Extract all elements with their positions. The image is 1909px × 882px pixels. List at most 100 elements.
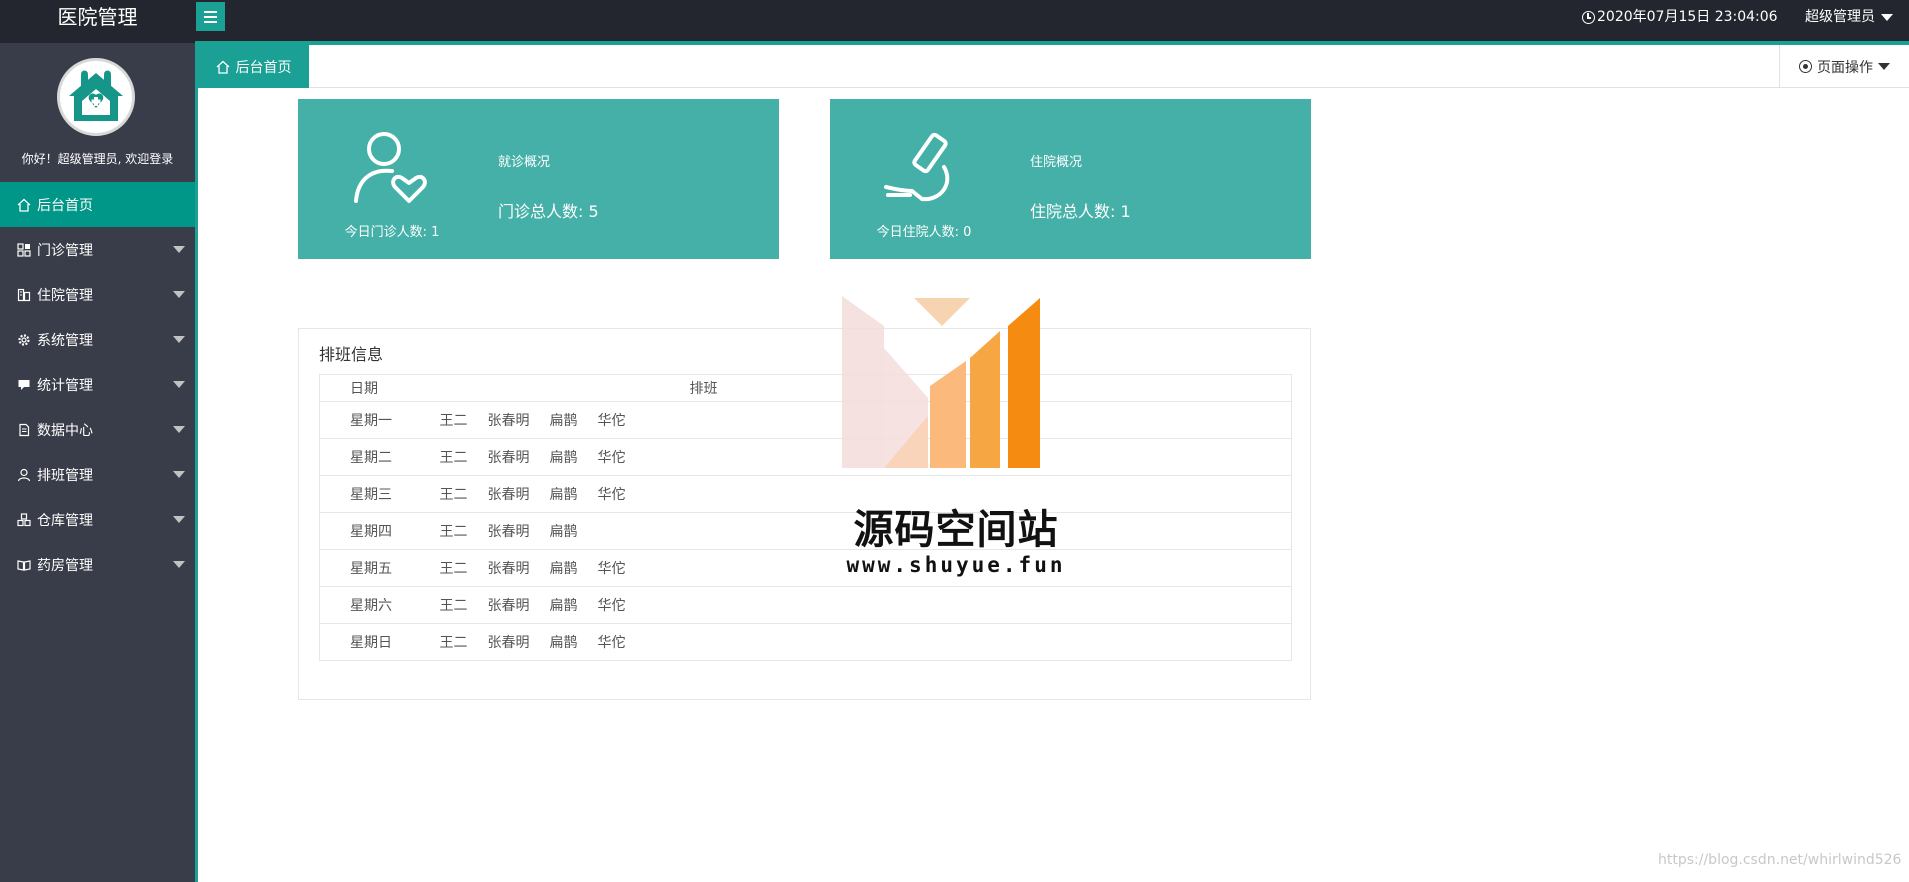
- sidebar-item-warehouse[interactable]: 仓库管理: [0, 497, 195, 542]
- app-title: 医院管理: [57, 5, 138, 29]
- tab-home-label: 后台首页: [235, 59, 292, 76]
- table-header-row: 日期 排班: [319, 375, 1292, 402]
- doctor-name: 华佗: [597, 598, 626, 614]
- sidebar-item-outpatient[interactable]: 门诊管理: [0, 227, 195, 272]
- today-outpatient-count: 今日门诊人数: 1: [344, 225, 440, 240]
- building-icon: [16, 287, 32, 303]
- sidebar-item-label: 排班管理: [37, 467, 93, 484]
- target-icon: [1799, 60, 1812, 73]
- doctor-name: 扁鹊: [549, 635, 578, 651]
- today-inpatient-count: 今日住院人数: 0: [876, 225, 972, 240]
- chevron-down-icon: [173, 381, 185, 388]
- doctor-name: 王二: [439, 635, 468, 651]
- table-row: 星期六 王二 张春明 扁鹊 华佗: [319, 587, 1292, 624]
- doctor-name: 王二: [439, 598, 468, 614]
- grid-icon: [16, 242, 32, 258]
- schedule-title: 排班信息: [319, 345, 384, 364]
- sidebar-item-label: 仓库管理: [37, 512, 93, 529]
- sidebar-item-label: 统计管理: [37, 377, 93, 394]
- tab-home[interactable]: 后台首页: [198, 45, 309, 88]
- chevron-down-icon: [173, 246, 185, 253]
- doctor-name: 扁鹊: [549, 598, 578, 614]
- tab-bar: 后台首页 页面操作: [198, 45, 1909, 88]
- sidebar-item-statistics[interactable]: 统计管理: [0, 362, 195, 407]
- doctor-name: 王二: [439, 561, 468, 577]
- microscope-icon: [884, 132, 950, 202]
- sidebar-item-label: 门诊管理: [37, 242, 93, 259]
- table-row: 星期一 王二 张春明 扁鹊 华佗: [319, 402, 1292, 439]
- sidebar-item-label: 系统管理: [37, 332, 93, 349]
- chevron-down-icon: [1878, 63, 1890, 70]
- top-bar: 医院管理 2020年07月15日 23:04:06 超级管理员: [0, 0, 1909, 43]
- doctor-name: 张春明: [487, 413, 530, 429]
- sidebar-item-system[interactable]: 系统管理: [0, 317, 195, 362]
- doctor-name: 王二: [439, 450, 468, 466]
- doctor-name: 扁鹊: [549, 487, 578, 503]
- doctor-name: 王二: [439, 413, 468, 429]
- sidebar-item-home[interactable]: 后台首页: [0, 182, 195, 227]
- menu-toggle-button[interactable]: [196, 2, 225, 31]
- doctor-name: 张春明: [487, 635, 530, 651]
- column-header-date: 日期: [350, 381, 378, 397]
- doctor-name: 扁鹊: [549, 561, 578, 577]
- watermark-title: 源码空间站: [853, 507, 1059, 553]
- doctor-name: 张春明: [487, 561, 530, 577]
- doctor-name: 华佗: [597, 487, 626, 503]
- chevron-down-icon: [173, 291, 185, 298]
- user-heart-icon: [354, 132, 427, 203]
- watermark-url: www.shuyue.fun: [846, 553, 1066, 577]
- shift-cell: 王二 张春明 扁鹊 华佗: [440, 587, 1292, 624]
- card-title: 就诊概况: [498, 155, 551, 170]
- doctor-name: 扁鹊: [549, 413, 578, 429]
- doctor-name: 王二: [439, 524, 468, 540]
- chevron-down-icon: [1881, 14, 1893, 21]
- doctor-name: 张春明: [487, 524, 530, 540]
- schedule-table: 日期 排班 星期一 王二 张春明 扁鹊 华佗 星期二 王二 张春明 扁鹊 华佗 星期三 王二…: [319, 374, 1292, 661]
- table-row: 星期三 王二 张春明 扁鹊 华佗: [319, 476, 1292, 513]
- table-row: 星期五 王二 张春明 扁鹊 华佗: [319, 550, 1292, 587]
- shift-cell: 王二 张春明 扁鹊 华佗: [440, 624, 1292, 661]
- sidebar-nav: 后台首页 门诊管理 住院管理 系统管理 统计管理 数据中心 排班管理 仓库管理 …: [0, 182, 195, 587]
- day-cell: 星期四: [350, 524, 392, 540]
- sidebar-item-label: 药房管理: [37, 557, 93, 574]
- book-icon: [16, 557, 32, 573]
- home-icon: [16, 197, 32, 213]
- gear-icon: [16, 332, 32, 348]
- day-cell: 星期五: [350, 561, 392, 577]
- hamburger-icon: [204, 10, 217, 13]
- sidebar-item-label: 后台首页: [37, 197, 93, 214]
- welcome-text: 你好！超级管理员, 欢迎登录: [21, 152, 174, 166]
- day-cell: 星期二: [350, 450, 392, 466]
- datetime: 2020年07月15日 23:04:06: [1582, 0, 1778, 35]
- sidebar-item-pharmacy[interactable]: 药房管理: [0, 542, 195, 587]
- document-icon: [16, 422, 32, 438]
- chat-icon: [16, 377, 32, 393]
- sidebar-item-scheduling[interactable]: 排班管理: [0, 452, 195, 497]
- user-icon: [16, 467, 32, 483]
- day-cell: 星期一: [350, 413, 392, 429]
- table-row: 星期二 王二 张春明 扁鹊 华佗: [319, 439, 1292, 476]
- chevron-down-icon: [173, 516, 185, 523]
- sidebar-divider: [195, 43, 198, 882]
- page-operations-label: 页面操作: [1817, 59, 1873, 76]
- source-credit: https://blog.csdn.net/whirlwind526: [1658, 852, 1902, 868]
- chevron-down-icon: [173, 561, 185, 568]
- doctor-name: 华佗: [597, 413, 626, 429]
- sidebar-item-inpatient[interactable]: 住院管理: [0, 272, 195, 317]
- user-menu[interactable]: 超级管理员: [1805, 0, 1893, 35]
- doctor-name: 华佗: [597, 561, 626, 577]
- home-icon: [216, 60, 229, 74]
- doctor-name: 张春明: [487, 598, 530, 614]
- card-title: 住院概况: [1030, 155, 1083, 170]
- total-outpatient-count: 门诊总人数: 5: [498, 202, 599, 221]
- doctor-name: 王二: [439, 487, 468, 503]
- outpatient-summary-card: 今日门诊人数: 1 就诊概况 门诊总人数: 5: [298, 99, 779, 259]
- inpatient-summary-card: 今日住院人数: 0 住院概况 住院总人数: 1: [830, 99, 1311, 259]
- doctor-name: 扁鹊: [549, 524, 578, 540]
- avatar: [57, 58, 135, 136]
- day-cell: 星期日: [350, 635, 392, 651]
- page-operations-dropdown[interactable]: 页面操作: [1779, 45, 1909, 88]
- doctor-name: 张春明: [487, 450, 530, 466]
- sidebar-item-data-center[interactable]: 数据中心: [0, 407, 195, 452]
- chevron-down-icon: [173, 471, 185, 478]
